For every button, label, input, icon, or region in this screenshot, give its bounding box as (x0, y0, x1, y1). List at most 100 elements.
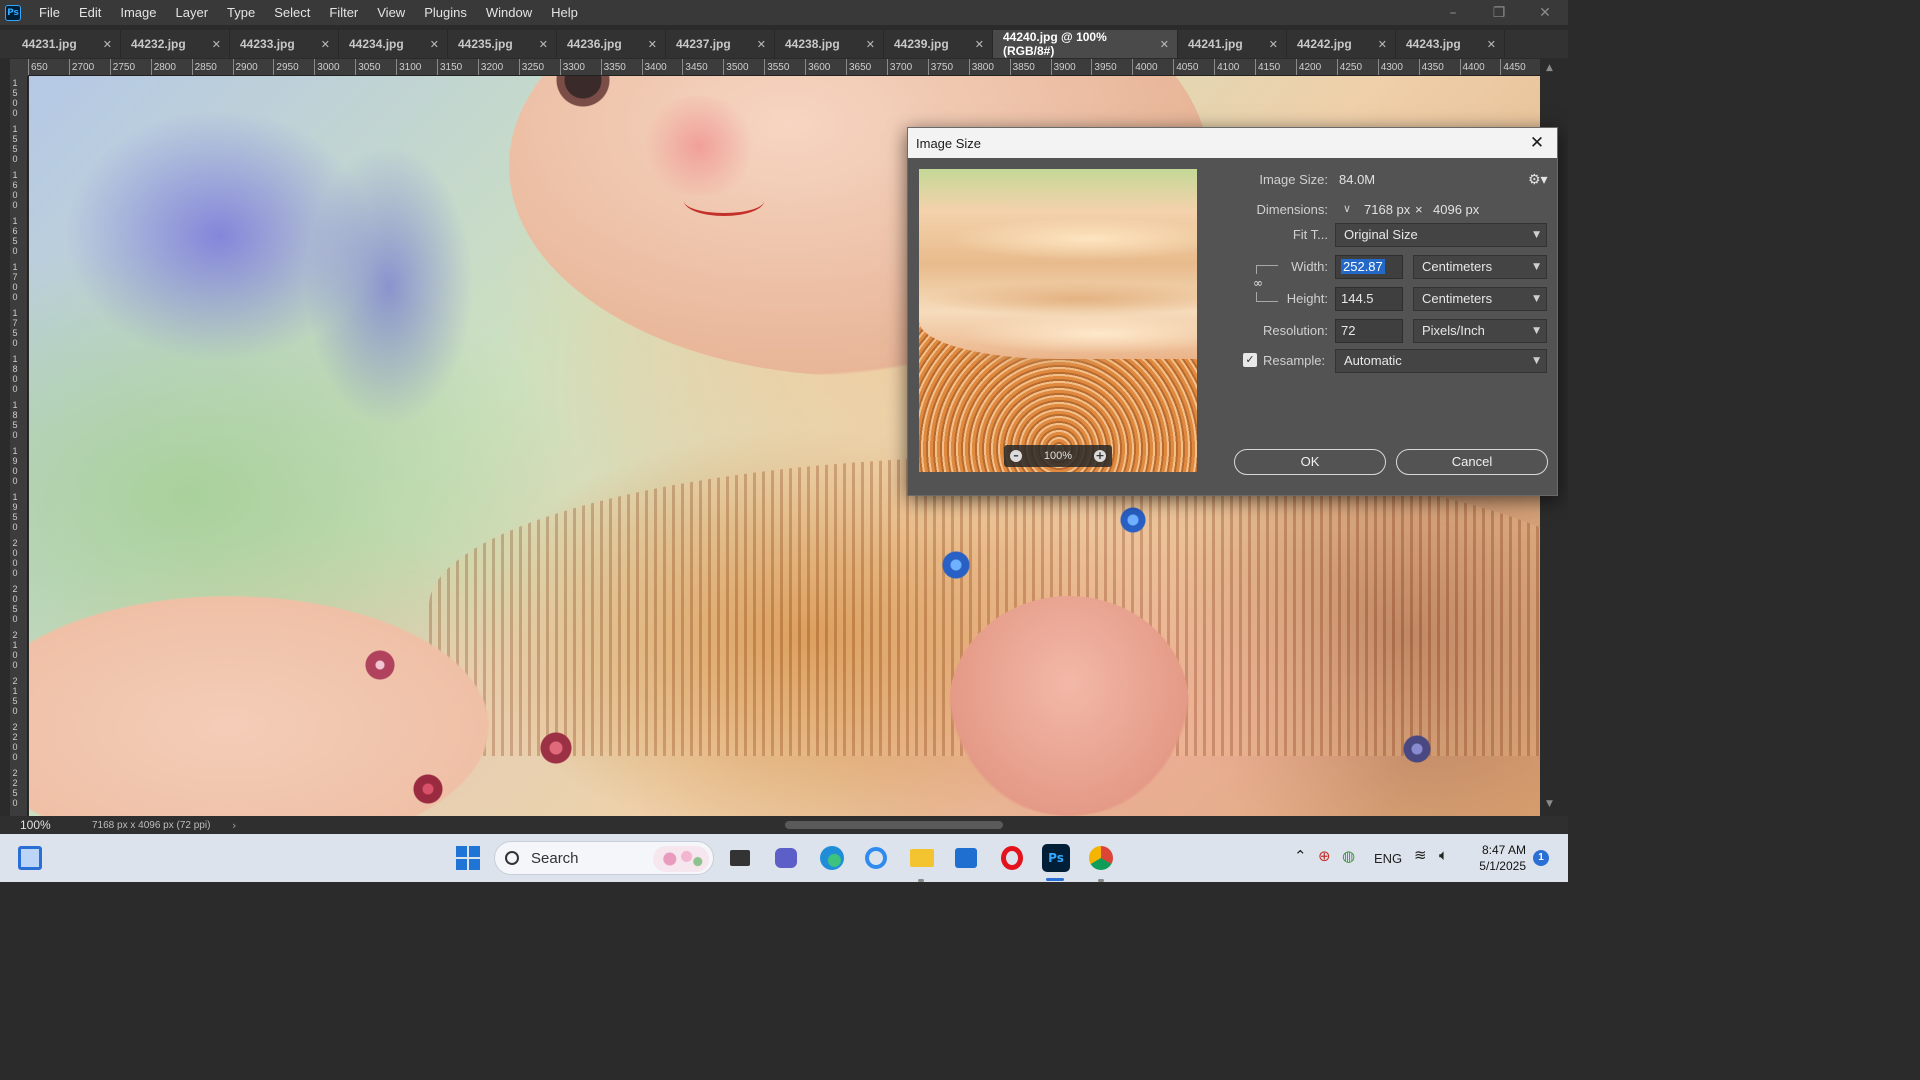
tab-close-icon[interactable]: ✕ (648, 38, 657, 51)
windows-taskbar: Search Ps ⌃ ⊕ ◍ ENG ≋ 🔈︎ 8:47 AM 5/1/202… (0, 834, 1568, 882)
teams-icon[interactable] (772, 844, 800, 872)
scroll-down-icon[interactable]: ▼ (1546, 799, 1553, 809)
show-hidden-icons-chevron-icon[interactable]: ⌃ (1294, 847, 1307, 865)
document-tab[interactable]: 44239.jpg ✕ (884, 30, 993, 58)
height-unit-dropdown[interactable]: Centimeters ▼ (1413, 287, 1547, 311)
document-tab[interactable]: 44240.jpg @ 100% (RGB/8#) ✕ (993, 30, 1178, 58)
document-tab[interactable]: 44242.jpg ✕ (1287, 30, 1396, 58)
tab-close-icon[interactable]: ✕ (1487, 38, 1496, 51)
settings-gear-icon[interactable]: ⚙▾ (1528, 172, 1548, 188)
width-input[interactable]: 252.87 (1335, 255, 1403, 279)
ok-button[interactable]: OK (1234, 449, 1386, 475)
lens-icon[interactable] (862, 844, 890, 872)
input-language[interactable]: ENG (1374, 834, 1402, 882)
document-tab[interactable]: 44233.jpg ✕ (230, 30, 339, 58)
menu-file[interactable]: File (29, 0, 69, 25)
zoom-in-icon[interactable]: + (1093, 450, 1106, 462)
image-preview[interactable]: – 100% + (919, 169, 1197, 472)
document-tab[interactable]: 44238.jpg ✕ (775, 30, 884, 58)
scroll-up-icon[interactable]: ▲ (1546, 63, 1553, 73)
opera-icon[interactable] (998, 844, 1026, 872)
tab-close-icon[interactable]: ✕ (321, 38, 330, 51)
vpn-icon[interactable]: ⊕ (1318, 847, 1331, 865)
tab-close-icon[interactable]: ✕ (866, 38, 875, 51)
menu-filter[interactable]: Filter (319, 0, 367, 25)
taskbar-search[interactable]: Search (494, 841, 714, 875)
ruler-label: 1750 (12, 308, 18, 348)
restore-icon[interactable]: ❐ (1476, 0, 1522, 25)
document-tab[interactable]: 44243.jpg ✕ (1396, 30, 1505, 58)
cancel-button[interactable]: Cancel (1396, 449, 1548, 475)
menu-layer[interactable]: Layer (166, 0, 218, 25)
document-tab[interactable]: 44234.jpg ✕ (339, 30, 448, 58)
horizontal-ruler[interactable]: 650 2700 2750 2800 2850 2900 2950 3000 3050 3100 3… (28, 59, 1540, 76)
document-tab[interactable]: 44236.jpg ✕ (557, 30, 666, 58)
zoom-out-icon[interactable]: – (1010, 450, 1022, 462)
menu-image[interactable]: Image (110, 0, 165, 25)
status-menu-arrow-icon[interactable]: › (232, 819, 252, 832)
menu-view[interactable]: View (367, 0, 414, 25)
image-size-label: Image Size: (1259, 172, 1328, 187)
dialog-titlebar[interactable]: Image Size ✕ (908, 128, 1557, 158)
dimensions-units-chevron-icon[interactable]: ∨ (1339, 201, 1355, 217)
start-button-icon[interactable] (456, 846, 480, 870)
tab-close-icon[interactable]: ✕ (1378, 38, 1387, 51)
edge-icon[interactable] (818, 844, 846, 872)
network-globe-icon[interactable]: ◍ (1342, 847, 1355, 865)
minimize-icon[interactable]: – (1430, 0, 1476, 25)
tab-close-icon[interactable]: ✕ (212, 38, 221, 51)
resample-checkbox[interactable]: ✓ (1243, 353, 1257, 367)
tab-close-icon[interactable]: ✕ (539, 38, 548, 51)
tab-close-icon[interactable]: ✕ (757, 38, 766, 51)
ruler-label: 4100 (1217, 62, 1240, 73)
document-tab[interactable]: 44232.jpg ✕ (121, 30, 230, 58)
task-view-icon[interactable] (726, 844, 754, 872)
dialog-close-icon[interactable]: ✕ (1525, 133, 1549, 153)
chrome-icon[interactable] (1087, 844, 1115, 872)
ruler-label: 2800 (153, 62, 176, 73)
widgets-icon[interactable] (18, 846, 42, 870)
file-explorer-icon[interactable] (908, 844, 936, 872)
menu-help[interactable]: Help (541, 0, 587, 25)
ruler-label: 1800 (12, 354, 18, 394)
store-icon[interactable] (952, 844, 980, 872)
ruler-label: 3850 (1012, 62, 1035, 73)
horizontal-scroll-thumb[interactable] (785, 821, 1003, 829)
constrain-proportions-link-icon[interactable]: ∞ (1252, 274, 1264, 292)
notification-badge[interactable]: 1 (1533, 850, 1549, 866)
fit-to-dropdown[interactable]: Original Size ▼ (1335, 223, 1547, 247)
volume-muted-icon[interactable]: 🔈︎ (1439, 846, 1448, 864)
tab-close-icon[interactable]: ✕ (1160, 38, 1169, 51)
ruler-label: 2950 (276, 62, 299, 73)
menu-select[interactable]: Select (264, 0, 319, 25)
menu-window[interactable]: Window (476, 0, 541, 25)
ruler-label: 4450 (1503, 62, 1526, 73)
tab-close-icon[interactable]: ✕ (975, 38, 984, 51)
vertical-ruler[interactable]: 1500 1550 1600 1650 1700 1750 1800 1850 1900 1950… (10, 76, 28, 816)
height-input[interactable]: 144.5 (1335, 287, 1403, 311)
ruler-label: 2150 (12, 676, 18, 716)
tab-close-icon[interactable]: ✕ (430, 38, 439, 51)
wifi-icon[interactable]: ≋ (1414, 846, 1427, 864)
width-unit-dropdown[interactable]: Centimeters ▼ (1413, 255, 1547, 279)
photoshop-taskbar-icon[interactable]: Ps (1042, 844, 1070, 872)
system-clock[interactable]: 8:47 AM 5/1/2025 (1474, 842, 1526, 874)
close-icon[interactable]: ✕ (1522, 0, 1568, 25)
resolution-input[interactable]: 72 (1335, 319, 1403, 343)
document-tab[interactable]: 44231.jpg ✕ (12, 30, 121, 58)
document-tab[interactable]: 44235.jpg ✕ (448, 30, 557, 58)
resample-dropdown[interactable]: Automatic ▼ (1335, 349, 1547, 373)
ruler-label: 3050 (358, 62, 381, 73)
resolution-unit-dropdown[interactable]: Pixels/Inch ▼ (1413, 319, 1547, 343)
document-tab[interactable]: 44241.jpg ✕ (1178, 30, 1287, 58)
menu-edit[interactable]: Edit (69, 0, 110, 25)
tab-close-icon[interactable]: ✕ (1269, 38, 1278, 51)
tab-close-icon[interactable]: ✕ (103, 38, 112, 51)
menu-plugins[interactable]: Plugins (414, 0, 476, 25)
document-tab[interactable]: 44237.jpg ✕ (666, 30, 775, 58)
zoom-level-field[interactable]: 100% (0, 816, 62, 834)
horizontal-scrollbar[interactable] (270, 819, 1540, 831)
ruler-tick (1295, 59, 1297, 75)
menu-type[interactable]: Type (217, 0, 264, 25)
ruler-origin[interactable] (10, 59, 28, 76)
